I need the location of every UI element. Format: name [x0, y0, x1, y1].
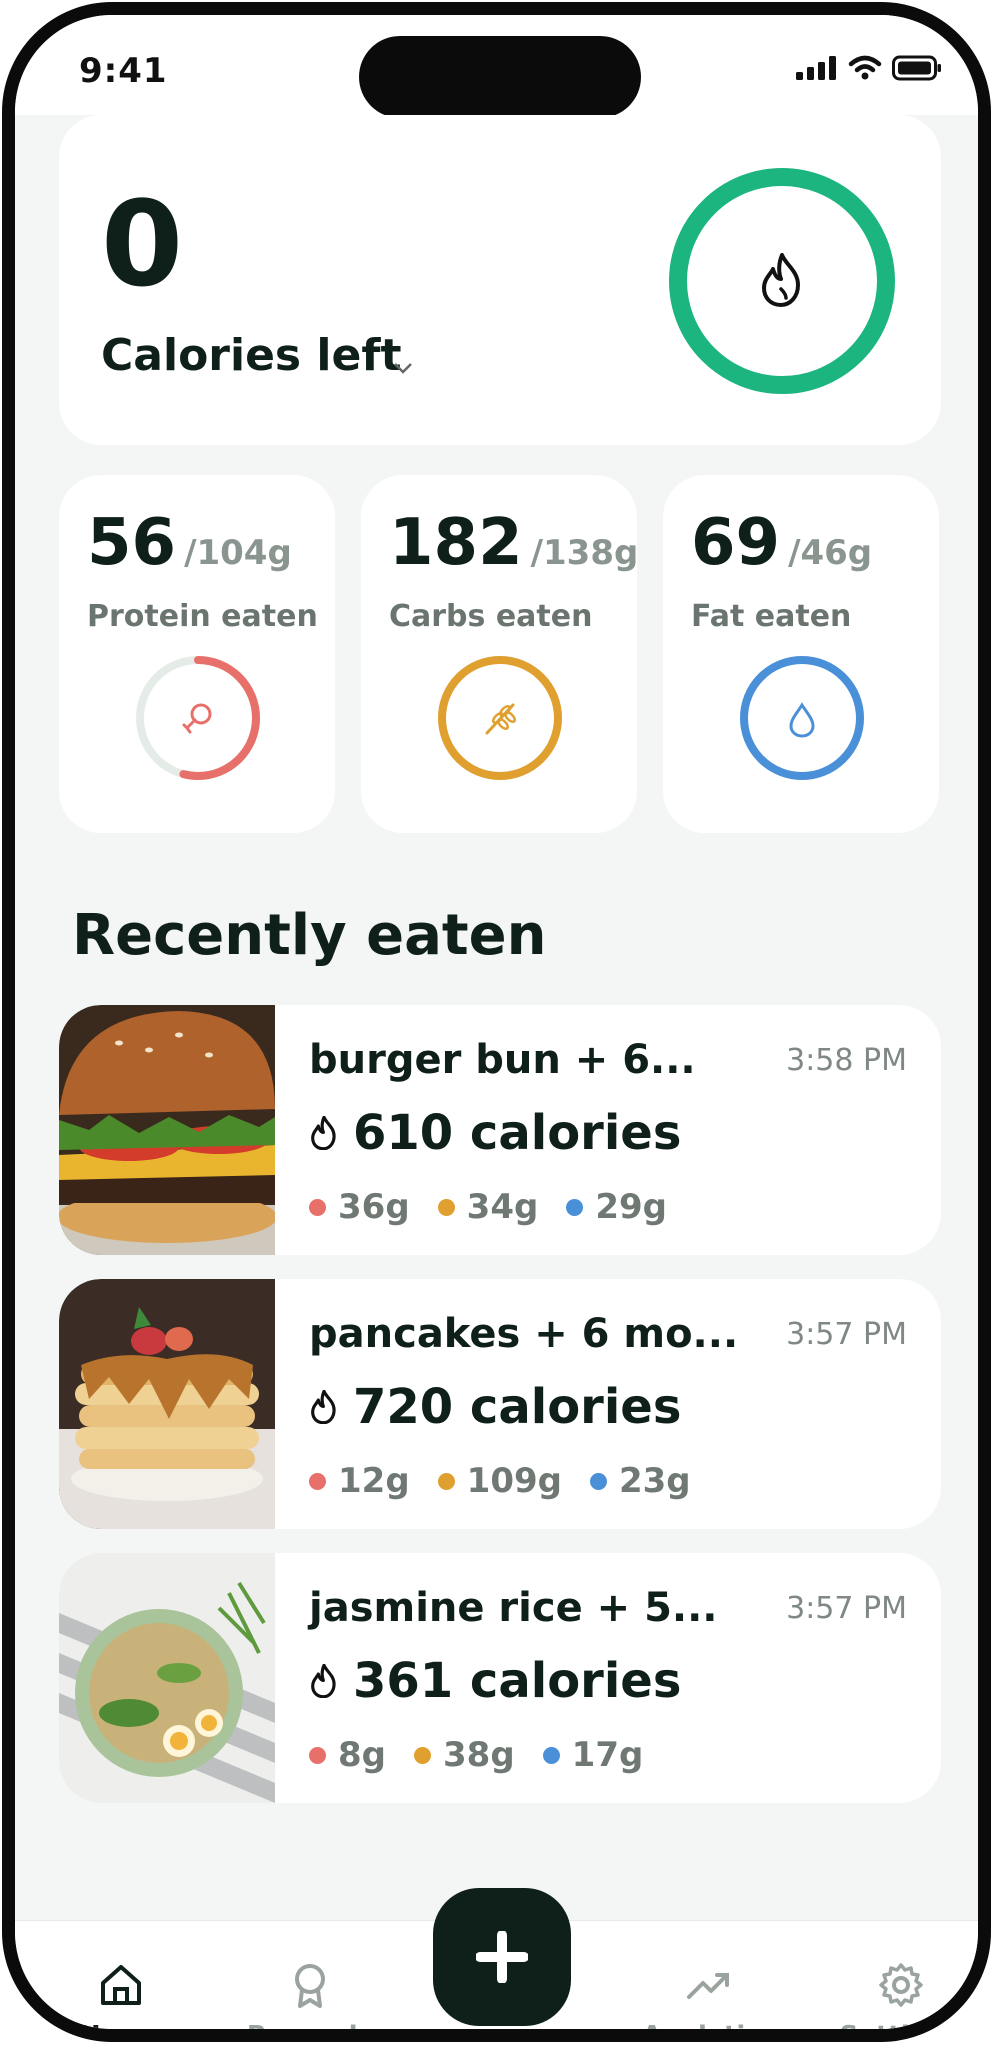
tab-analytics[interactable]: Analytics: [629, 1961, 789, 2042]
chevron-down-icon[interactable]: [392, 353, 414, 381]
meal-card-burger[interactable]: burger bun + 6... 3:58 PM 610 calories 3…: [59, 1005, 941, 1255]
fat-dot: [542, 1746, 560, 1764]
fat-total: /46g: [788, 533, 873, 573]
meal-fat: 17g: [571, 1735, 644, 1775]
tab-home-label: Home: [78, 2021, 164, 2042]
meal-carbs: 34g: [466, 1187, 539, 1227]
protein-total: /104g: [184, 533, 292, 573]
fat-ring-progress: [740, 656, 864, 780]
meal-fat: 23g: [618, 1461, 691, 1501]
pancakes-thumbnail: [59, 1279, 275, 1529]
tab-home[interactable]: Home: [41, 1961, 201, 2042]
calories-left-value: 0: [101, 175, 184, 313]
tab-settings[interactable]: Settings: [821, 1961, 978, 2042]
meal-macros: 36g 34g 29g: [309, 1187, 667, 1227]
meal-calories: 720 calories: [353, 1379, 682, 1435]
protein-label: Protein eaten: [87, 599, 318, 634]
meal-name: pancakes + 6 mo...: [309, 1311, 739, 1357]
dynamic-island: [359, 36, 641, 118]
wheat-icon: [485, 703, 516, 735]
flame-icon: [762, 253, 800, 307]
calories-ring: [669, 168, 895, 394]
meal-name: burger bun + 6...: [309, 1037, 696, 1083]
protein-card[interactable]: 56/104g Protein eaten: [59, 475, 335, 833]
plus-icon: [476, 1931, 528, 1983]
meal-card-pancakes[interactable]: pancakes + 6 mo... 3:57 PM 720 calories …: [59, 1279, 941, 1529]
gear-icon: [879, 1963, 923, 2007]
meal-protein: 8g: [338, 1735, 386, 1775]
carbs-ring: [438, 656, 562, 780]
meal-macros: 8g 38g 17g: [309, 1735, 643, 1775]
fat-card[interactable]: 69/46g Fat eaten: [663, 475, 939, 833]
battery-icon: [892, 55, 941, 81]
status-time: 9:41: [79, 51, 168, 91]
fat-ring: [740, 656, 864, 780]
meal-protein: 36g: [338, 1187, 410, 1227]
meal-macros: 12g 109g 23g: [309, 1461, 691, 1501]
carbs-dot: [437, 1472, 455, 1490]
wifi-icon: [848, 55, 882, 80]
protein-ring: [136, 656, 260, 780]
meal-card-jasmine-rice[interactable]: jasmine rice + 5... 3:57 PM 361 calories…: [59, 1553, 941, 1803]
meal-time: 3:58 PM: [786, 1043, 907, 1078]
meal-carbs: 38g: [443, 1735, 515, 1775]
award-icon: [295, 1964, 325, 2008]
calories-left-label: Calories left: [101, 330, 402, 381]
meal-calories: 610 calories: [353, 1105, 682, 1161]
add-meal-button[interactable]: [433, 1888, 571, 2026]
flame-icon: [311, 1664, 336, 1698]
trend-icon: [687, 1973, 729, 1999]
signal-icon: [796, 56, 836, 80]
tab-rewards[interactable]: Rewards: [230, 1961, 390, 2042]
tab-settings-label: Settings: [839, 2021, 963, 2042]
protein-dot: [309, 1198, 326, 1216]
recently-eaten-title: Recently eaten: [72, 903, 547, 968]
meal-name: jasmine rice + 5...: [309, 1585, 718, 1631]
carbs-dot: [437, 1198, 455, 1216]
protein-dot: [309, 1472, 326, 1490]
meal-fat: 29g: [595, 1187, 667, 1227]
droplet-icon: [789, 702, 815, 738]
meal-calories: 361 calories: [353, 1653, 682, 1709]
flame-icon: [311, 1390, 336, 1424]
protein-value: 56: [87, 506, 177, 580]
fat-dot: [589, 1472, 607, 1490]
phone-screen: 9:41 0 Calories left 56 /104g Protein ea…: [2, 2, 991, 2042]
tab-rewards-label: Rewards: [246, 2021, 374, 2042]
fat-value: 69: [691, 506, 781, 580]
meal-carbs: 109g: [466, 1461, 562, 1501]
burger-thumbnail: [59, 1005, 275, 1255]
meal-protein: 12g: [338, 1461, 410, 1501]
drumstick-icon: [182, 703, 212, 734]
carbs-label: Carbs eaten: [389, 599, 593, 634]
calories-card[interactable]: 0 Calories left: [59, 115, 941, 445]
carbs-total: /138g: [530, 533, 639, 573]
status-icons: [796, 55, 942, 81]
jasmine-rice-thumbnail: [59, 1553, 275, 1803]
meal-time: 3:57 PM: [786, 1591, 907, 1626]
status-bar: 9:41: [15, 15, 978, 118]
fat-label: Fat eaten: [691, 599, 852, 634]
home-icon: [101, 1965, 141, 2005]
carbs-card[interactable]: 182/138g Carbs eaten: [361, 475, 639, 833]
fat-dot: [566, 1198, 584, 1216]
protein-dot: [309, 1746, 326, 1764]
carbs-value: 182: [389, 506, 523, 580]
flame-icon: [311, 1116, 336, 1150]
tab-analytics-label: Analytics: [641, 2021, 777, 2042]
meal-time: 3:57 PM: [786, 1317, 907, 1352]
carbs-dot: [414, 1746, 431, 1764]
